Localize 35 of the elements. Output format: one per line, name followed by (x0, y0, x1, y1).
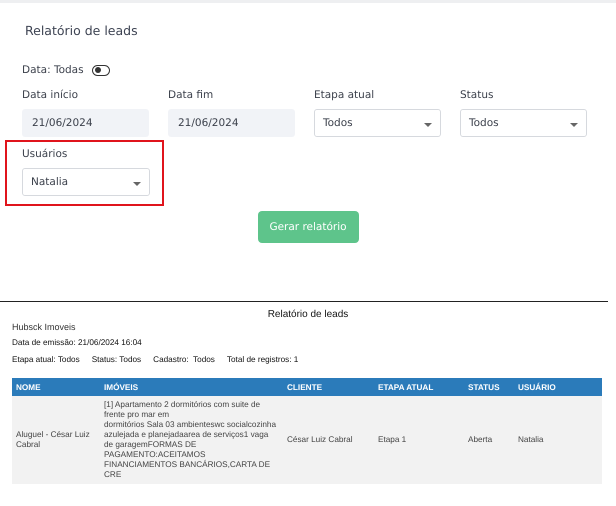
table-cell: Aluguel - César Luiz Cabral (12, 396, 100, 484)
field-label: Etapa atual (314, 89, 376, 101)
field-label: Data início (22, 89, 80, 101)
column-header: CLIENTE (283, 378, 374, 396)
column-header: NOME (12, 378, 100, 396)
select-field[interactable]: Todos (314, 109, 441, 137)
toggle-switch[interactable] (92, 64, 110, 76)
table-cell: Natalia (514, 396, 602, 484)
select-field[interactable]: Todos (460, 109, 587, 137)
column-header: USUÁRIO (514, 378, 602, 396)
field-label: Status (460, 89, 494, 101)
table-cell: [1] Apartamento 2 dormitórios com suite de frente pro mar em dormitórios Sala 03 ambienteswc socialcozinha azulejada e planejadaarea de serviços1 vaga de garagemFORMAS DE PAGAMENTO:ACEITAMOS FINANCIAMENTOS BANCÁRIOS,CARTA DE CRE (100, 396, 283, 484)
table-cell: Aberta (464, 396, 514, 484)
column-header: IMÓVEIS (100, 378, 283, 396)
summary-item: Total de registros: 1 (226, 355, 298, 364)
table-cell: Etapa 1 (374, 396, 464, 484)
summary-item: Cadastro: Todos (153, 355, 215, 364)
caret-icon[interactable] (424, 123, 432, 127)
caret-icon[interactable] (570, 123, 578, 127)
summary-item: Etapa atual: Todos (12, 355, 80, 364)
field-label: Usuários (22, 148, 68, 160)
column-header: STATUS (464, 378, 514, 396)
column-header: ETAPA ATUAL (374, 378, 464, 396)
date-field[interactable]: 21/06/2024 (22, 109, 149, 137)
date-field[interactable]: 21/06/2024 (168, 109, 295, 137)
summary-item: Status: Todos (92, 355, 142, 364)
issue-date: Data de emissão: 21/06/2024 16:04 (12, 338, 143, 347)
select-field[interactable]: Natalia (22, 168, 150, 196)
report-title: Relatório de leads (266, 309, 350, 320)
field-label: Data fim (168, 89, 214, 101)
table-cell: César Luiz Cabral (283, 396, 374, 484)
company-name: Hubsck Imoveis (12, 322, 77, 332)
page-title: Relatório de leads (25, 23, 139, 38)
caret-icon[interactable] (133, 182, 141, 186)
toggle-label: Data: Todas (22, 64, 84, 76)
